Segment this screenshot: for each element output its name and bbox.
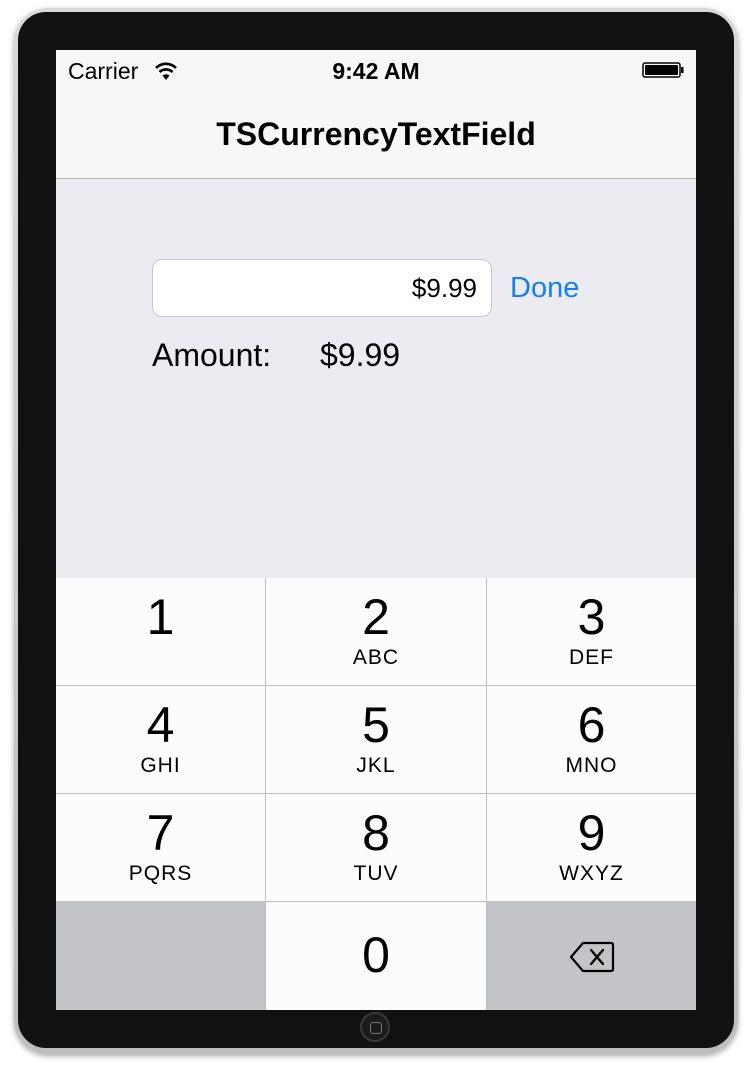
amount-value: $9.99 bbox=[320, 337, 401, 373]
currency-field-value: $9.99 bbox=[411, 272, 477, 303]
battery-icon bbox=[642, 62, 684, 78]
done-button[interactable]: Done bbox=[510, 272, 579, 305]
key-1[interactable]: 1 bbox=[56, 578, 265, 685]
key-4[interactable]: 4 GHI bbox=[56, 686, 265, 793]
key-7[interactable]: 7 PQRS bbox=[56, 794, 265, 901]
page-title: TSCurrencyTextField bbox=[216, 116, 536, 152]
key-9[interactable]: 9 WXYZ bbox=[487, 794, 696, 901]
status-bar: Carrier 9:42 AM bbox=[56, 50, 696, 90]
home-button[interactable] bbox=[360, 1012, 390, 1042]
key-2[interactable]: 2 ABC bbox=[266, 578, 486, 685]
main-content: $9.99 Done Amount: $9.99 bbox=[56, 179, 696, 578]
delete-backspace-icon bbox=[569, 941, 614, 973]
key-blank bbox=[56, 902, 265, 1010]
screen: Carrier 9:42 AM TSCurrencyTextField $9.9… bbox=[56, 50, 696, 1010]
delete-key[interactable] bbox=[487, 902, 696, 1010]
key-0[interactable]: 0 bbox=[266, 902, 486, 1010]
key-8[interactable]: 8 TUV bbox=[266, 794, 486, 901]
navigation-bar: TSCurrencyTextField bbox=[56, 90, 696, 179]
number-keypad: 1 2 ABC 3 DEF 4 GHI 5 JKL 6 MNO 7 PQRS 8 bbox=[56, 578, 696, 1010]
status-time: 9:42 AM bbox=[332, 58, 420, 84]
key-3[interactable]: 3 DEF bbox=[487, 578, 696, 685]
amount-label: Amount: bbox=[152, 337, 272, 373]
key-5[interactable]: 5 JKL bbox=[266, 686, 486, 793]
key-6[interactable]: 6 MNO bbox=[487, 686, 696, 793]
currency-text-field[interactable]: $9.99 bbox=[152, 259, 492, 317]
